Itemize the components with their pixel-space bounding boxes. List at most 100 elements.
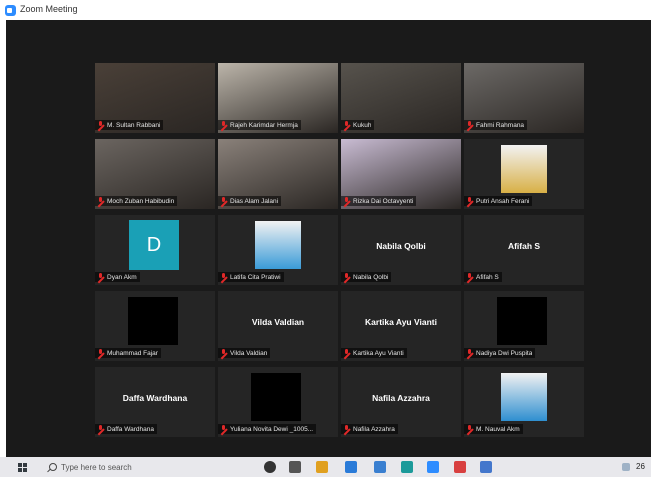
- participant-name: Putri Ansah Ferani: [476, 197, 530, 205]
- participant-tile[interactable]: Nadiya Dwi Puspita: [464, 291, 584, 361]
- mic-muted-icon: [220, 349, 227, 357]
- participant-tile[interactable]: Fahmi Rahmana: [464, 63, 584, 133]
- participant-name-tag: Putri Ansah Ferani: [464, 196, 533, 206]
- taskbar-clock[interactable]: 26: [636, 462, 645, 471]
- participant-avatar: D: [129, 220, 179, 270]
- participant-tile[interactable]: Afifah S Afifah S: [464, 215, 584, 285]
- mic-muted-icon: [343, 349, 350, 357]
- participant-tile[interactable]: Latifa Cita Pratiwi: [218, 215, 338, 285]
- mic-muted-icon: [343, 121, 350, 129]
- participant-name: M. Sultan Rabbani: [107, 121, 161, 129]
- participant-display-name: Kartika Ayu Vianti: [365, 317, 437, 327]
- windows-start-icon[interactable]: [18, 463, 27, 472]
- participant-photo: [501, 373, 547, 421]
- mic-muted-icon: [466, 197, 473, 205]
- window-title: Zoom Meeting: [20, 4, 78, 14]
- taskbar-search-box[interactable]: Type here to search: [38, 459, 228, 475]
- participant-name-tag: Rajeh Karimdar Hermja: [218, 120, 301, 130]
- participant-display-name: Vilda Valdian: [251, 317, 305, 327]
- participant-tile[interactable]: Rizka Dai Octavyenti: [341, 139, 461, 209]
- mic-muted-icon: [97, 425, 104, 433]
- participant-display-name: Daffa Wardhana: [122, 393, 188, 403]
- search-icon: [47, 462, 57, 472]
- participant-name-tag: Yuliana Novita Dewi _1005...: [218, 424, 317, 434]
- participant-name: Moch Zuban Habibudin: [107, 197, 175, 205]
- windows-store-icon[interactable]: [316, 461, 328, 473]
- notepad-icon[interactable]: [454, 461, 466, 473]
- photos-icon[interactable]: [401, 461, 413, 473]
- participant-tile[interactable]: Rajeh Karimdar Hermja: [218, 63, 338, 133]
- participant-photo: [501, 145, 547, 193]
- mic-muted-icon: [220, 121, 227, 129]
- participant-name-tag: Latifa Cita Pratiwi: [218, 272, 284, 282]
- task-view-icon[interactable]: [264, 461, 276, 473]
- participant-name: Kukuh: [353, 121, 372, 129]
- participant-name-tag: Dyan Akm: [95, 272, 140, 282]
- participant-name: Nadiya Dwi Puspita: [476, 349, 533, 357]
- participant-tile[interactable]: Kartika Ayu Vianti Kartika Ayu Vianti: [341, 291, 461, 361]
- participant-name: Latifa Cita Pratiwi: [230, 273, 281, 281]
- mic-muted-icon: [343, 425, 350, 433]
- participant-photo: [255, 221, 301, 269]
- participant-tile[interactable]: Daffa Wardhana Daffa Wardhana: [95, 367, 215, 437]
- participant-tile[interactable]: Dias Alam Jalani: [218, 139, 338, 209]
- participant-name: Muhammad Fajar: [107, 349, 158, 357]
- participant-name-tag: Muhammad Fajar: [95, 348, 161, 358]
- mail-icon[interactable]: [374, 461, 386, 473]
- participant-name-tag: Dias Alam Jalani: [218, 196, 282, 206]
- participant-name-tag: Kartika Ayu Vianti: [341, 348, 407, 358]
- mic-muted-icon: [466, 273, 473, 281]
- mic-muted-icon: [97, 273, 104, 281]
- participant-tile[interactable]: Muhammad Fajar: [95, 291, 215, 361]
- participant-tile[interactable]: M. Sultan Rabbani: [95, 63, 215, 133]
- participant-name: M. Nauval Akm: [476, 425, 520, 433]
- participant-name: Daffa Wardhana: [107, 425, 154, 433]
- participant-name-tag: M. Nauval Akm: [464, 424, 523, 434]
- participant-tile[interactable]: Moch Zuban Habibudin: [95, 139, 215, 209]
- participant-tile[interactable]: Nafila Azzahra Nafila Azzahra: [341, 367, 461, 437]
- mic-muted-icon: [220, 273, 227, 281]
- chrome-icon[interactable]: [345, 461, 357, 473]
- zoom-logo-icon: [5, 5, 16, 16]
- participant-name-tag: Vilda Valdian: [218, 348, 271, 358]
- file-explorer-icon[interactable]: [289, 461, 301, 473]
- search-placeholder: Type here to search: [61, 462, 132, 472]
- mic-muted-icon: [220, 425, 227, 433]
- mic-muted-icon: [97, 121, 104, 129]
- mic-muted-icon: [97, 197, 104, 205]
- participant-tile[interactable]: Vilda Valdian Vilda Valdian: [218, 291, 338, 361]
- settings-icon[interactable]: [480, 461, 492, 473]
- mic-muted-icon: [343, 273, 350, 281]
- participant-name: Yuliana Novita Dewi _1005...: [230, 425, 314, 433]
- participant-name: Dyan Akm: [107, 273, 137, 281]
- participant-name-tag: Daffa Wardhana: [95, 424, 157, 434]
- participant-name: Dias Alam Jalani: [230, 197, 279, 205]
- participant-name-tag: Kukuh: [341, 120, 375, 130]
- participant-name-tag: Nabila Qolbi: [341, 272, 392, 282]
- participant-name-tag: Fahmi Rahmana: [464, 120, 528, 130]
- mic-muted-icon: [97, 349, 104, 357]
- participant-name: Vilda Valdian: [230, 349, 268, 357]
- participant-name: Fahmi Rahmana: [476, 121, 525, 129]
- participant-tile[interactable]: Nabila Qolbi Nabila Qolbi: [341, 215, 461, 285]
- participant-name: Nabila Qolbi: [353, 273, 389, 281]
- mic-muted-icon: [466, 121, 473, 129]
- participant-name: Rajeh Karimdar Hermja: [230, 121, 298, 129]
- participant-tile[interactable]: M. Nauval Akm: [464, 367, 584, 437]
- tray-icon[interactable]: [622, 463, 630, 471]
- participant-tile[interactable]: Kukuh: [341, 63, 461, 133]
- participant-tile[interactable]: D Dyan Akm: [95, 215, 215, 285]
- mic-muted-icon: [466, 349, 473, 357]
- window-titlebar: Zoom Meeting: [0, 0, 651, 20]
- participant-name: Nafila Azzahra: [353, 425, 395, 433]
- mic-muted-icon: [220, 197, 227, 205]
- participant-tile[interactable]: Putri Ansah Ferani: [464, 139, 584, 209]
- participant-tile[interactable]: Yuliana Novita Dewi _1005...: [218, 367, 338, 437]
- participant-display-name: Nabila Qolbi: [376, 241, 426, 251]
- zoom-icon[interactable]: [427, 461, 439, 473]
- participant-display-name: Afifah S: [507, 241, 541, 251]
- participant-name-tag: Moch Zuban Habibudin: [95, 196, 178, 206]
- participant-name-tag: Afifah S: [464, 272, 502, 282]
- mic-muted-icon: [466, 425, 473, 433]
- meeting-area: M. Sultan Rabbani Rajeh Karimdar Hermja Ku…: [6, 20, 651, 457]
